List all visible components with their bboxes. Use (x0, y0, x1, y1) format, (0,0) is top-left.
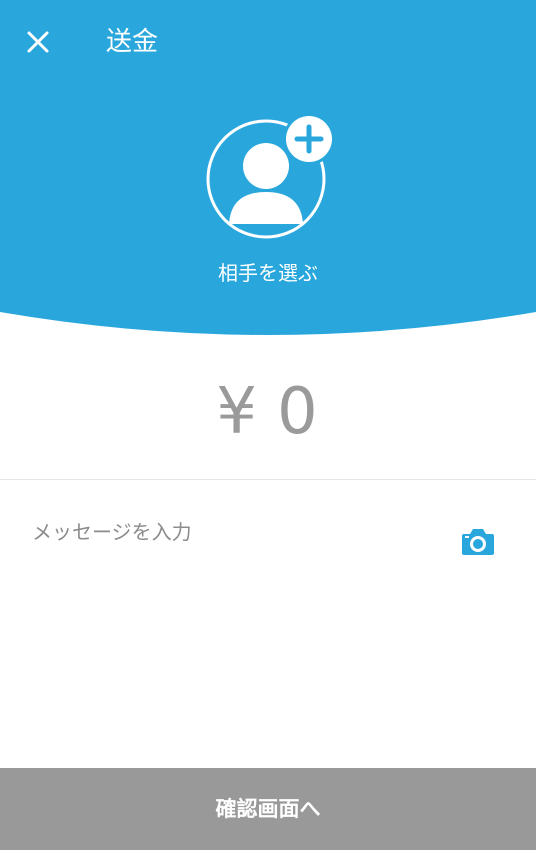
message-input[interactable] (32, 515, 432, 549)
person-add-icon (206, 113, 335, 239)
confirm-button[interactable]: 確認画面へ (0, 768, 536, 850)
camera-icon (462, 529, 494, 555)
send-money-screen: 送金 相手を選ぶ ¥0 確認画面へ (0, 0, 536, 850)
page-title: 送金 (106, 27, 159, 57)
close-icon (27, 31, 49, 53)
amount-display[interactable]: ¥0 (0, 372, 536, 452)
amount-value: 0 (277, 375, 320, 449)
select-recipient-label[interactable]: 相手を選ぶ (0, 258, 536, 288)
select-recipient-button[interactable] (205, 112, 335, 244)
attach-photo-button[interactable] (460, 525, 496, 557)
close-button[interactable] (22, 26, 54, 58)
currency-symbol: ¥ (216, 375, 259, 449)
divider (0, 479, 536, 480)
